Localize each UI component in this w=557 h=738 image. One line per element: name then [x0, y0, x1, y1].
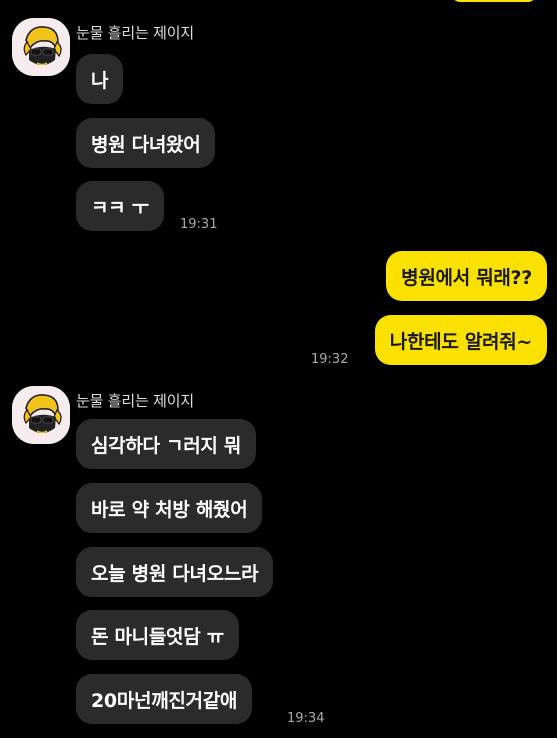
incoming-message-bubble[interactable]: 바로 약 처방 해줬어	[76, 483, 263, 533]
incoming-message-bubble[interactable]: 20마넌깨진거같애	[76, 674, 253, 724]
message-timestamp: 19:34	[287, 711, 325, 726]
sender-name: 눈물 흘리는 제이지	[76, 24, 194, 42]
incoming-message-bubble[interactable]: 돈 마니들엇담 ㅠ	[76, 610, 239, 660]
incoming-message-bubble[interactable]: ㅋㅋ ㅜ	[76, 181, 164, 231]
avatar-illustration	[12, 18, 70, 76]
avatar-illustration	[12, 386, 70, 444]
outgoing-message-bubble[interactable]: 나한테도 알려줘~	[374, 315, 547, 365]
sender-avatar[interactable]	[12, 18, 70, 76]
previous-message-bubble[interactable]	[452, 0, 536, 2]
outgoing-message-bubble[interactable]: 병원에서 뭐래??	[386, 251, 547, 301]
message-timestamp: 19:31	[180, 217, 218, 232]
incoming-message-bubble[interactable]: 심각하다 ㄱ러지 뭐	[76, 419, 257, 469]
sender-name: 눈물 흘리는 제이지	[76, 392, 194, 410]
message-timestamp: 19:32	[311, 352, 349, 367]
incoming-message-bubble[interactable]: 나	[76, 54, 124, 104]
incoming-message-bubble[interactable]: 병원 다녀왔어	[76, 118, 216, 168]
sender-avatar[interactable]	[12, 386, 70, 444]
incoming-message-bubble[interactable]: 오늘 병원 다녀오느라	[76, 547, 274, 597]
